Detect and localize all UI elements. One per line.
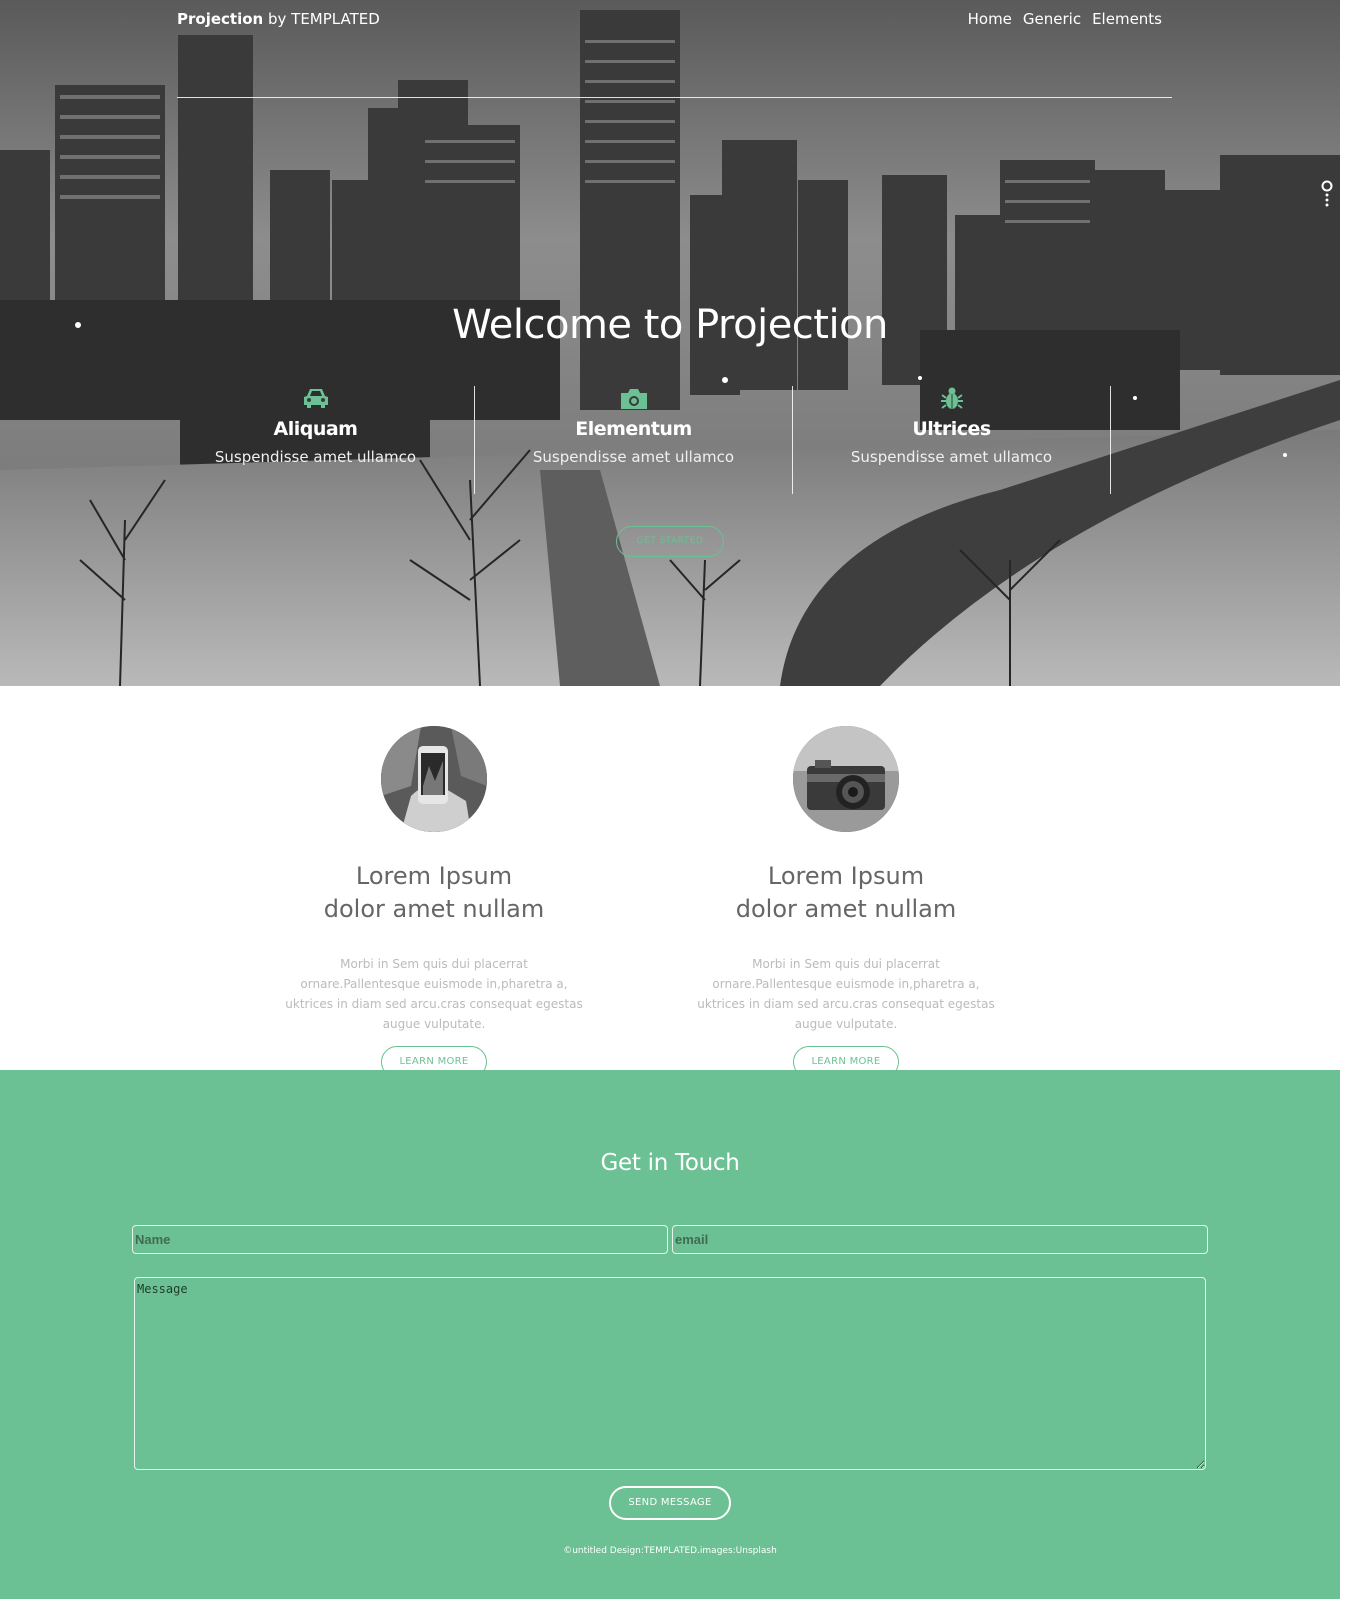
feature-text: Suspendisse amet ullamco xyxy=(214,448,417,466)
footer-credits: ©untitled Design:TEMPLATED.images:Unspla… xyxy=(563,1546,777,1556)
card-title: Lorem Ipsum dolor amet nullam xyxy=(686,860,1006,926)
scroll-indicator-icon xyxy=(1321,180,1333,207)
card-title-line2: dolor amet nullam xyxy=(323,895,545,923)
card-title-line1: Lorem Ipsum xyxy=(767,862,925,890)
nav-home[interactable]: Home xyxy=(968,10,1012,28)
header-divider xyxy=(177,97,1172,98)
feature-list: Aliquam Suspendisse amet ullamco Element… xyxy=(157,386,1111,494)
content-card: Lorem Ipsum dolor amet nullam Morbi in S… xyxy=(274,686,594,1078)
car-icon xyxy=(157,386,474,416)
brand-byline: by TEMPLATED xyxy=(267,10,380,28)
get-started-button[interactable]: GET STARTED xyxy=(616,526,724,557)
feature-title: Elementum xyxy=(575,418,692,440)
brand-name: Projection xyxy=(177,10,264,28)
name-field[interactable] xyxy=(132,1225,668,1254)
feature-item: Elementum Suspendisse amet ullamco xyxy=(475,386,793,494)
card-body: Morbi in Sem quis dui placerrat ornare.P… xyxy=(285,957,583,1031)
bug-icon xyxy=(793,386,1110,416)
feature-title: Aliquam xyxy=(273,418,358,440)
email-field[interactable] xyxy=(672,1225,1208,1254)
content-cards: Lorem Ipsum dolor amet nullam Morbi in S… xyxy=(0,686,1340,1078)
hero-banner: Projection by TEMPLATED Home Generic Ele… xyxy=(0,0,1340,686)
card-title-line1: Lorem Ipsum xyxy=(355,862,513,890)
camera-photo xyxy=(793,726,899,832)
nav-elements[interactable]: Elements xyxy=(1092,10,1162,28)
site-brand[interactable]: Projection by TEMPLATED xyxy=(177,10,380,28)
main-nav: Home Generic Elements xyxy=(968,10,1162,28)
send-message-button[interactable]: SEND MESSAGE xyxy=(609,1486,731,1520)
contact-title: Get in Touch xyxy=(600,1150,740,1176)
feature-item: Aliquam Suspendisse amet ullamco xyxy=(157,386,475,494)
card-body: Morbi in Sem quis dui placerrat ornare.P… xyxy=(697,957,995,1031)
message-field[interactable] xyxy=(134,1277,1206,1470)
nav-generic[interactable]: Generic xyxy=(1023,10,1081,28)
card-title: Lorem Ipsum dolor amet nullam xyxy=(274,860,594,926)
content-card: Lorem Ipsum dolor amet nullam Morbi in S… xyxy=(686,686,1006,1078)
feature-text: Suspendisse amet ullamco xyxy=(850,448,1053,466)
feature-title: Ultrices xyxy=(912,418,991,440)
phone-photo xyxy=(381,726,487,832)
contact-section: Get in Touch SEND MESSAGE ©untitled Desi… xyxy=(0,1070,1340,1599)
card-title-line2: dolor amet nullam xyxy=(735,895,957,923)
hero-title: Welcome to Projection xyxy=(452,302,888,348)
camera-icon xyxy=(475,386,792,416)
feature-item: Ultrices Suspendisse amet ullamco xyxy=(793,386,1111,494)
feature-text: Suspendisse amet ullamco xyxy=(532,448,735,466)
